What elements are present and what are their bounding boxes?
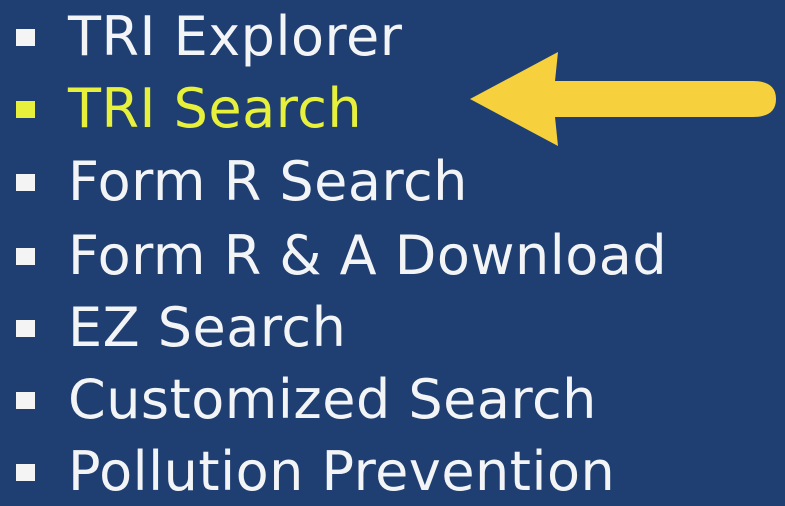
- nav-item-tri-search[interactable]: TRI Search: [16, 78, 362, 140]
- nav-item-ez-search[interactable]: EZ Search: [16, 297, 346, 359]
- nav-item-label: EZ Search: [68, 296, 347, 359]
- nav-item-form-r-a-download[interactable]: Form R & A Download: [16, 225, 667, 287]
- bullet-icon: [16, 247, 35, 265]
- bullet-icon: [16, 100, 35, 118]
- bullet-icon: [16, 173, 35, 191]
- bullet-icon: [16, 463, 35, 481]
- nav-item-label: Customized Search: [68, 368, 597, 431]
- nav-item-label: TRI Search: [68, 77, 363, 140]
- left-arrow-icon: [470, 52, 776, 146]
- nav-item-label: TRI Explorer: [68, 5, 403, 68]
- nav-item-customized-search[interactable]: Customized Search: [16, 369, 597, 431]
- bullet-icon: [16, 319, 35, 337]
- bullet-icon: [16, 28, 35, 46]
- nav-item-label: Form R Search: [68, 150, 468, 213]
- left-arrow-shape: [470, 52, 776, 146]
- nav-screen: { "colors": { "background": "#1f3f72", "…: [0, 0, 785, 506]
- nav-item-label: Pollution Prevention: [68, 440, 616, 503]
- bullet-icon: [16, 391, 35, 409]
- nav-item-pollution-prevention[interactable]: Pollution Prevention: [16, 441, 615, 503]
- nav-item-tri-explorer[interactable]: TRI Explorer: [16, 6, 402, 68]
- nav-item-label: Form R & A Download: [68, 224, 668, 287]
- nav-item-form-r-search[interactable]: Form R Search: [16, 151, 468, 213]
